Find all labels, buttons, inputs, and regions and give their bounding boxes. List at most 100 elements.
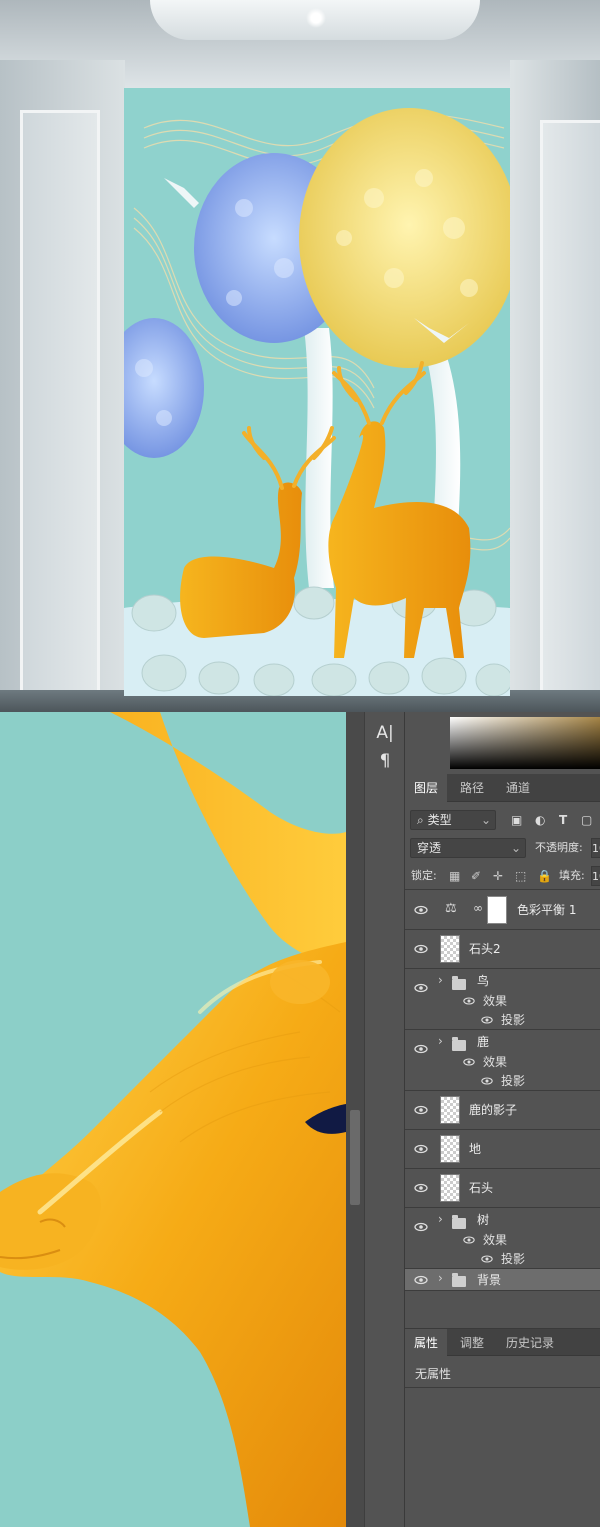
layer-name: 背景 xyxy=(477,1273,502,1287)
deer-sitting xyxy=(180,482,302,638)
folder-icon xyxy=(452,1273,466,1287)
layer-row-deer-shadow[interactable]: 鹿的影子 xyxy=(405,1091,600,1130)
visibility-eye-icon[interactable] xyxy=(414,1142,428,1156)
visibility-eye-icon[interactable] xyxy=(463,995,475,1007)
tab-properties[interactable]: 属性 xyxy=(405,1329,448,1357)
layer-group-background[interactable]: › 背景 xyxy=(405,1269,600,1291)
effect-row: 投影 xyxy=(405,1010,600,1030)
lock-artboard-icon[interactable]: ⬚ xyxy=(515,862,526,890)
opacity-field[interactable]: 10 xyxy=(591,838,600,858)
layers-panel-tabbar: 图层 路径 通道 xyxy=(405,774,600,802)
layer-name: 石头 xyxy=(469,1181,494,1195)
layer-name: 地 xyxy=(469,1142,482,1156)
visibility-eye-icon[interactable] xyxy=(414,942,428,956)
effects-row: 效果 xyxy=(405,1052,600,1072)
visibility-eye-icon[interactable] xyxy=(414,903,428,917)
layer-filter-row: ⌕ 类型 ⌄ ▣ ◐ T ▢ xyxy=(405,806,600,834)
chevron-right-icon[interactable]: › xyxy=(438,973,443,987)
lock-brush-icon[interactable]: ✐ xyxy=(471,862,481,890)
visibility-eye-icon[interactable] xyxy=(414,1273,428,1287)
effects-row: 效果 xyxy=(405,1230,600,1250)
search-icon: ⌕ xyxy=(417,813,424,827)
layer-filter-select[interactable]: ⌕ 类型 ⌄ xyxy=(410,810,496,830)
layer-thumbnail xyxy=(440,935,460,963)
effect-row: 投影 xyxy=(405,1071,600,1091)
visibility-eye-icon[interactable] xyxy=(414,1181,428,1195)
right-panel-dock: 图层 路径 通道 ⌕ 类型 ⌄ ▣ ◐ T ▢ 穿透 ⌄ 不透明度: 10 xyxy=(404,712,600,1527)
color-panel xyxy=(405,712,600,772)
tab-layers[interactable]: 图层 xyxy=(405,774,448,802)
opacity-label: 不透明度: xyxy=(535,841,583,854)
layer-name: 色彩平衡 1 xyxy=(517,903,577,917)
layer-list: ⚖ ∞ 色彩平衡 1 石头2 › 鸟 效果 投影 › 鹿 效果 投影 鹿的影子 … xyxy=(405,891,600,1303)
blend-opacity-row: 穿透 ⌄ 不透明度: 10 xyxy=(405,834,600,862)
character-panel-icon[interactable]: A| xyxy=(373,722,397,744)
filter-pixel-icon[interactable]: ▣ xyxy=(511,806,522,834)
folder-icon xyxy=(452,976,466,990)
tab-adjustments[interactable]: 调整 xyxy=(451,1329,493,1357)
layer-group-deer[interactable]: › 鹿 效果 投影 xyxy=(405,1030,600,1091)
properties-panel-tabbar: 属性 调整 历史记录 xyxy=(405,1328,600,1357)
canvas-scrollbar-thumb[interactable] xyxy=(350,1110,360,1205)
layer-thumbnail xyxy=(440,1135,460,1163)
tab-paths[interactable]: 路径 xyxy=(451,774,493,802)
layer-name: 石头2 xyxy=(469,942,501,956)
layer-name: 树 xyxy=(477,1213,490,1227)
lock-transparent-icon[interactable]: ▦ xyxy=(449,862,460,890)
layer-row-ground[interactable]: 地 xyxy=(405,1130,600,1169)
visibility-eye-icon[interactable] xyxy=(481,1014,493,1026)
layer-row-stone[interactable]: 石头 xyxy=(405,1169,600,1208)
lock-label: 锁定: xyxy=(411,869,437,882)
visibility-eye-icon[interactable] xyxy=(481,1253,493,1265)
layer-thumbnail xyxy=(440,1174,460,1202)
chevron-right-icon[interactable]: › xyxy=(438,1034,443,1048)
chevron-down-icon: ⌄ xyxy=(510,841,521,855)
tab-history[interactable]: 历史记录 xyxy=(497,1329,563,1357)
fill-label: 填充: xyxy=(559,869,585,882)
yellow-foliage xyxy=(299,108,510,368)
blend-mode-label: 穿透 xyxy=(417,841,442,855)
document-canvas[interactable] xyxy=(0,712,346,1527)
fill-field[interactable]: 10 xyxy=(591,866,600,886)
lock-all-icon[interactable]: 🔒 xyxy=(537,862,552,890)
visibility-eye-icon[interactable] xyxy=(463,1056,475,1068)
layer-group-tree[interactable]: › 树 效果 投影 xyxy=(405,1208,600,1269)
right-doorway xyxy=(540,120,600,712)
effects-label: 效果 xyxy=(483,1055,508,1069)
filter-adjustment-icon[interactable]: ◐ xyxy=(535,806,545,834)
page: A| ¶ 图层 路径 通道 ⌕ 类型 ⌄ ▣ ◐ T ▢ 穿透 ⌄ 不透明度: … xyxy=(0,0,600,1527)
chevron-down-icon: ⌄ xyxy=(480,813,491,827)
lock-move-icon[interactable]: ✛ xyxy=(493,862,503,890)
visibility-eye-icon[interactable] xyxy=(414,1103,428,1117)
canvas-image-deer-closeup xyxy=(0,712,346,1527)
effect-label: 投影 xyxy=(501,1013,526,1027)
blend-mode-select[interactable]: 穿透 ⌄ xyxy=(410,838,526,858)
layer-mask-thumbnail xyxy=(487,896,507,924)
effects-label: 效果 xyxy=(483,994,508,1008)
effect-label: 投影 xyxy=(501,1252,526,1266)
tab-channels[interactable]: 通道 xyxy=(497,774,539,802)
layer-name: 鹿的影子 xyxy=(469,1103,518,1117)
layer-row-color-balance[interactable]: ⚖ ∞ 色彩平衡 1 xyxy=(405,891,600,930)
layer-row-stone2[interactable]: 石头2 xyxy=(405,930,600,969)
paragraph-panel-icon[interactable]: ¶ xyxy=(373,750,397,772)
chevron-right-icon[interactable]: › xyxy=(438,1212,443,1226)
room-preview-image xyxy=(0,0,600,712)
layer-thumbnail xyxy=(440,1096,460,1124)
layer-name: 鹿 xyxy=(477,1035,490,1049)
visibility-eye-icon[interactable] xyxy=(481,1075,493,1087)
color-picker-field[interactable] xyxy=(450,717,600,769)
balance-scale-icon: ⚖ xyxy=(445,901,457,916)
layer-group-bird[interactable]: › 鸟 效果 投影 xyxy=(405,969,600,1030)
filter-shape-icon[interactable]: ▢ xyxy=(581,806,592,834)
properties-panel-body: 无属性 xyxy=(405,1360,600,1527)
left-doorway xyxy=(20,110,100,710)
effect-row: 投影 xyxy=(405,1249,600,1269)
blue-foliage-left xyxy=(124,318,204,458)
visibility-eye-icon[interactable] xyxy=(463,1234,475,1246)
folder-icon xyxy=(452,1215,466,1229)
filter-type-icon[interactable]: T xyxy=(559,806,567,834)
layer-name: 鸟 xyxy=(477,974,490,988)
chevron-right-icon[interactable]: › xyxy=(438,1271,443,1285)
no-properties-text: 无属性 xyxy=(405,1360,600,1388)
